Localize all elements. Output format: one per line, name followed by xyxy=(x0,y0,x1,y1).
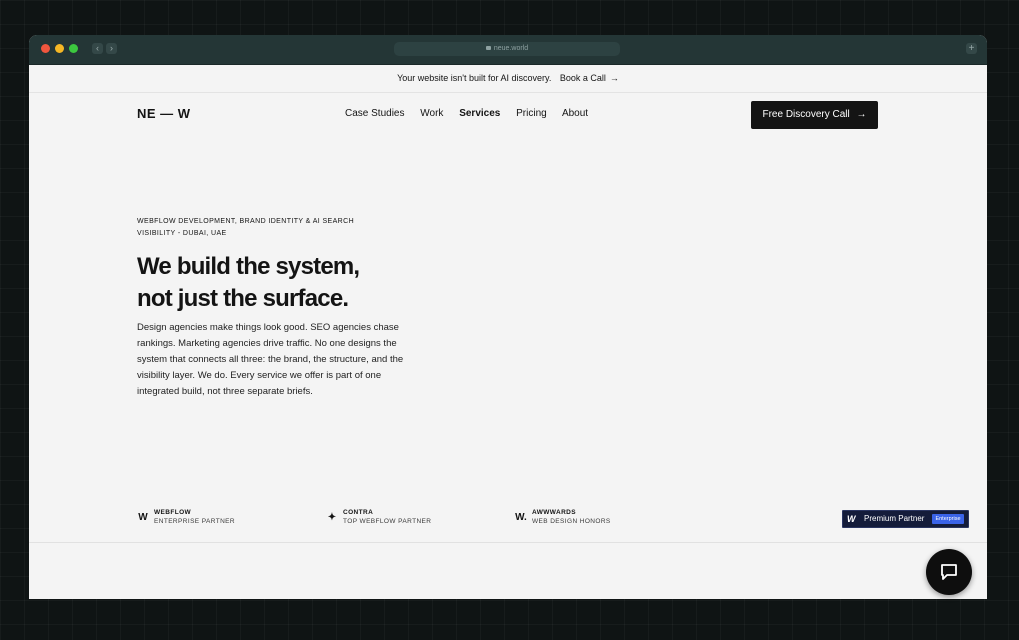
headline-line-2: not just the surface. xyxy=(137,285,349,312)
section-divider xyxy=(29,542,987,543)
premium-label: Premium Partner xyxy=(864,514,925,523)
url-text: neue.world xyxy=(493,45,529,52)
hero-headline: We build the system, not just the surfac… xyxy=(137,251,437,315)
address-bar[interactable]: neue.world xyxy=(394,42,620,56)
chevron-left-icon[interactable]: ‹ xyxy=(92,43,103,54)
hero-body: Design agencies make things look good. S… xyxy=(137,322,404,397)
arrow-right-icon: → xyxy=(609,73,619,83)
nav-menu: Case Studies Work Services Pricing About xyxy=(345,108,601,119)
close-window-button[interactable] xyxy=(41,44,50,53)
nav-item-services[interactable]: Services xyxy=(459,108,500,119)
partner-subtitle: WEB DESIGN HONORS xyxy=(532,518,611,525)
webflow-logo-icon: W xyxy=(847,514,856,524)
logo[interactable]: NE — W xyxy=(137,106,191,121)
nav-item-work[interactable]: Work xyxy=(420,108,443,119)
announcement-text: Your website isn't built for AI discover… xyxy=(397,73,552,83)
webflow-icon: W xyxy=(138,512,148,523)
free-discovery-call-button[interactable]: Free Discovery Call → xyxy=(751,101,878,129)
nav-item-case-studies[interactable]: Case Studies xyxy=(345,108,404,119)
partner-subtitle: ENTERPRISE PARTNER xyxy=(154,518,236,525)
maximize-window-button[interactable] xyxy=(69,44,78,53)
chat-bubble-icon xyxy=(941,564,957,580)
minimize-window-button[interactable] xyxy=(55,44,64,53)
enterprise-tag: Enterprise xyxy=(932,514,964,524)
partner-name: WEBFLOW xyxy=(154,509,192,516)
browser-chrome: ‹ › neue.world + xyxy=(29,35,987,65)
nav-item-about[interactable]: About xyxy=(562,108,588,119)
headline-line-1: We build the system, xyxy=(137,253,360,280)
partner-name: AWWWARDS xyxy=(532,509,576,516)
browser-window: ‹ › neue.world + Your website isn't buil… xyxy=(29,35,987,599)
hero-eyebrow: WEBFLOW DEVELOPMENT, BRAND IDENTITY & AI… xyxy=(137,218,355,237)
chevron-right-icon[interactable]: › xyxy=(106,43,117,54)
book-call-link[interactable]: Book a Call → xyxy=(560,73,619,83)
plus-icon[interactable]: + xyxy=(966,43,977,54)
premium-partner-badge[interactable]: W Premium Partner Enterprise xyxy=(842,510,969,528)
book-call-label: Book a Call xyxy=(559,73,606,83)
contra-icon: ✦ xyxy=(327,512,337,523)
cta-label: Free Discovery Call xyxy=(762,109,850,120)
awwwards-icon: W. xyxy=(515,512,527,523)
chat-button[interactable] xyxy=(926,549,972,595)
partner-subtitle: TOP WEBFLOW PARTNER xyxy=(343,518,432,525)
nav-item-pricing[interactable]: Pricing xyxy=(516,108,547,119)
announcement-bar: Your website isn't built for AI discover… xyxy=(29,65,987,93)
main-nav: NE — W Case Studies Work Services Pricin… xyxy=(29,93,987,137)
arrow-right-icon: → xyxy=(856,109,867,120)
lock-icon xyxy=(485,46,491,50)
partner-name: CONTRA xyxy=(343,509,374,516)
